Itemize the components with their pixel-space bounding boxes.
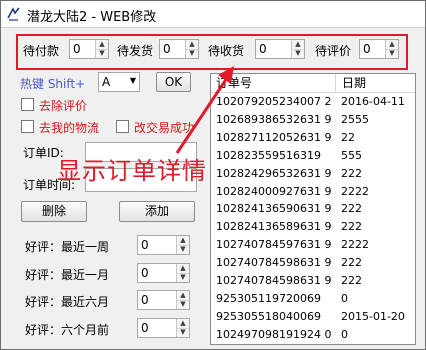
table-row[interactable]: 925305518040069 2015-01-20	[211, 309, 415, 325]
title-bar[interactable]: 潜龙大陆2 - WEB修改	[1, 1, 425, 28]
date-cell: 555	[341, 148, 362, 162]
spin-down-icon[interactable]: ▼	[177, 273, 189, 282]
order-no-cell: 102497098191924 0	[216, 327, 332, 341]
column-header-date[interactable]: 日期	[337, 74, 415, 92]
review-month-spinner[interactable]: 0 ▲ ▼	[137, 263, 190, 283]
order-no-cell: 102824136589631 9	[216, 220, 332, 234]
date-cell: 222	[341, 166, 362, 180]
remove-review-checkbox[interactable]	[21, 98, 34, 111]
review-six-month-label: 好评：最近六月	[25, 295, 110, 309]
table-row[interactable]: 102823559516319 555	[211, 148, 415, 164]
window-title: 潜龙大陆2 - WEB修改	[27, 10, 157, 25]
annotation-text: 显示订单详情	[57, 157, 207, 185]
review-older-spinner[interactable]: 0 ▲ ▼	[137, 318, 190, 338]
hotkey-select[interactable]: A ▼	[98, 72, 140, 92]
table-row[interactable]: 925305119720069 0	[211, 291, 415, 307]
spin-down-icon[interactable]: ▼	[177, 300, 189, 309]
order-no-cell: 925305119720069	[216, 291, 321, 305]
date-cell: 222	[341, 202, 362, 216]
hotkey-label: 热键 Shift+	[20, 77, 86, 91]
review-six-month-spinner[interactable]: 0 ▲ ▼	[137, 290, 190, 310]
date-cell: 2015-01-20	[341, 309, 405, 323]
add-button[interactable]: 添加	[119, 201, 195, 222]
spin-down-icon[interactable]: ▼	[177, 245, 189, 254]
app-window: 潜龙大陆2 - WEB修改 待付款 0 ▲ ▼ 待发货 0 ▲ ▼ 待收货 0 ▲ ▼…	[0, 0, 426, 350]
date-cell: 2555	[341, 112, 369, 126]
order-no-cell: 925305518040069	[216, 309, 321, 323]
remove-logistics-checkbox[interactable]	[21, 120, 34, 133]
date-cell: 222	[341, 220, 362, 234]
app-icon	[7, 7, 20, 21]
table-row[interactable]: 102824000927631 9 2222	[211, 184, 415, 200]
review-week-spinner[interactable]: 0 ▲ ▼	[137, 235, 190, 255]
spin-down-icon[interactable]: ▼	[177, 328, 189, 337]
date-cell: 2222	[341, 184, 369, 198]
order-no-cell: 102824136590631 9	[216, 202, 332, 216]
date-cell: 22	[341, 130, 355, 144]
date-cell: 2016-04-11	[341, 95, 405, 108]
date-cell: 222	[341, 274, 362, 287]
review-week-label: 好评：最近一周	[25, 240, 110, 254]
table-row[interactable]: 102824296532631 9 222	[211, 166, 415, 182]
table-row[interactable]: 102740784598631 9 222	[211, 273, 415, 289]
order-no-cell: 102740784597631 9	[216, 238, 332, 252]
order-no-cell: 102740784598631 9	[216, 256, 332, 270]
date-cell: 2222	[341, 238, 369, 252]
table-row[interactable]: 102827112052631 9 22	[211, 130, 415, 146]
date-cell: 0	[341, 291, 348, 305]
date-cell: 222	[341, 256, 362, 270]
arrow-icon	[175, 66, 234, 154]
table-row[interactable]: 102740784598631 9 222	[211, 255, 415, 271]
list-header: 订单号 日期	[211, 74, 415, 93]
date-cell: 0	[341, 327, 348, 341]
change-trade-checkbox[interactable]	[116, 120, 129, 133]
review-month-label: 好评：最近一月	[25, 268, 110, 282]
table-row[interactable]: 102689386532631 9 2555	[211, 112, 415, 128]
table-row[interactable]: 102824136590631 9 222	[211, 201, 415, 217]
review-older-label: 好评：六个月前	[25, 323, 110, 337]
remove-logistics-label: 去我的物流	[39, 121, 100, 135]
table-row[interactable]: 102079205234007 2 2016-04-11	[211, 94, 415, 110]
remove-review-label: 去除评价	[39, 99, 88, 113]
order-no-cell: 102824296532631 9	[216, 166, 332, 180]
table-row[interactable]: 102497098191924 0 0	[211, 327, 415, 343]
order-no-cell: 102740784598631 9	[216, 274, 332, 287]
delete-button[interactable]: 删除	[21, 201, 87, 222]
order-no-cell: 102824000927631 9	[216, 184, 332, 198]
chevron-down-icon: ▼	[129, 76, 136, 85]
table-row[interactable]: 102740784597631 9 2222	[211, 237, 415, 253]
table-row[interactable]: 102824136589631 9 222	[211, 219, 415, 235]
